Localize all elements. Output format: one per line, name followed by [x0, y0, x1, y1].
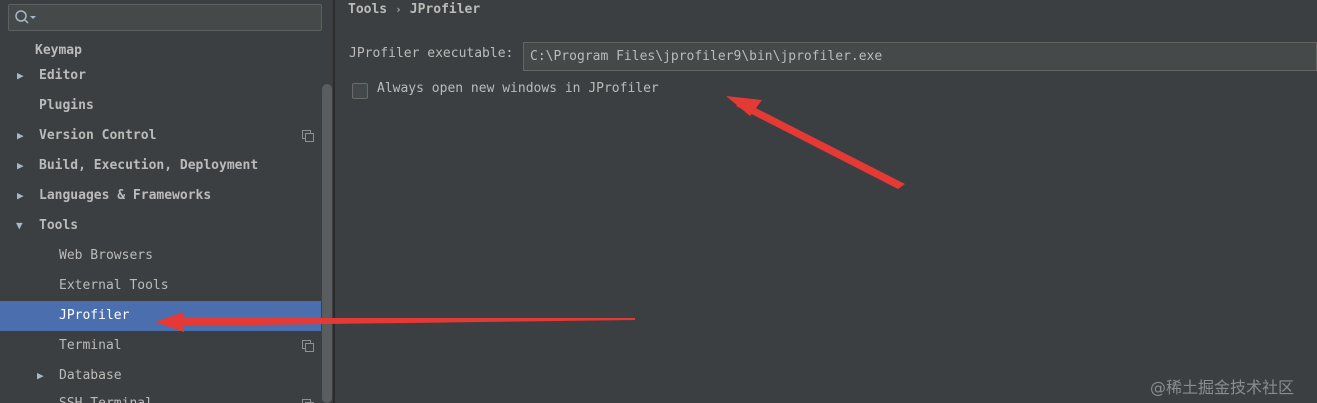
- expand-arrow-icon[interactable]: ▶: [17, 61, 24, 91]
- sidebar-item-ssh-terminal[interactable]: SSH Terminal: [0, 389, 321, 403]
- sidebar-item-jprofiler[interactable]: JProfiler: [0, 301, 333, 331]
- sidebar-item-label: Terminal: [59, 338, 122, 353]
- sidebar-item-web-browsers[interactable]: Web Browsers: [0, 241, 321, 271]
- sidebar-item-label: Tools: [39, 218, 79, 233]
- sidebar-item-label: Version Control: [39, 128, 157, 143]
- always-open-new-windows-label[interactable]: Always open new windows in JProfiler: [377, 81, 659, 96]
- expand-arrow-icon[interactable]: ▶: [17, 181, 24, 211]
- executable-label: JProfiler executable:: [349, 46, 514, 61]
- sidebar-item-editor[interactable]: ▶ Editor: [0, 61, 321, 91]
- sidebar-scrollbar-thumb[interactable]: [322, 84, 332, 403]
- sidebar-item-version-control[interactable]: ▶ Version Control: [0, 121, 321, 151]
- sidebar-item-label: Database: [59, 368, 122, 383]
- sidebar-item-plugins[interactable]: Plugins: [0, 91, 321, 121]
- search-icon: [15, 10, 36, 24]
- sidebar-item-languages-frameworks[interactable]: ▶ Languages & Frameworks: [0, 181, 321, 211]
- sidebar-item-label: Editor: [39, 68, 86, 83]
- sidebar-item-label: SSH Terminal: [59, 389, 153, 403]
- sidebar-item-label: Languages & Frameworks: [39, 188, 212, 203]
- sidebar-item-terminal[interactable]: Terminal: [0, 331, 321, 361]
- settings-sidebar: Keymap ▶ Editor Plugins ▶ Version Contro…: [0, 0, 333, 403]
- expand-arrow-icon[interactable]: ▶: [17, 121, 24, 151]
- breadcrumb: Tools › JProfiler: [348, 2, 480, 17]
- executable-path-field[interactable]: C:\Program Files\jprofiler9\bin\jprofile…: [523, 42, 1317, 71]
- sidebar-item-label: Web Browsers: [59, 248, 153, 263]
- sidebar-item-label: Build, Execution, Deployment: [39, 158, 259, 173]
- project-settings-icon: [302, 399, 314, 403]
- expand-arrow-icon[interactable]: ▶: [37, 361, 44, 391]
- project-settings-icon: [302, 340, 314, 352]
- sidebar-item-label: JProfiler: [59, 308, 130, 323]
- breadcrumb-parent: Tools: [348, 2, 388, 17]
- breadcrumb-separator-icon: ›: [395, 3, 402, 16]
- always-open-new-windows-checkbox[interactable]: [352, 83, 368, 99]
- sidebar-item-label: External Tools: [59, 278, 169, 293]
- sidebar-item-tools[interactable]: ▼ Tools: [0, 211, 321, 241]
- sidebar-item-label: Plugins: [39, 98, 94, 113]
- breadcrumb-current: JProfiler: [409, 2, 481, 17]
- collapse-arrow-icon[interactable]: ▼: [16, 211, 23, 241]
- expand-arrow-icon[interactable]: ▶: [17, 151, 24, 181]
- project-settings-icon: [302, 130, 314, 142]
- sidebar-item-database[interactable]: ▶ Database: [0, 361, 321, 391]
- sidebar-item-build-execution-deployment[interactable]: ▶ Build, Execution, Deployment: [0, 151, 321, 181]
- settings-content-panel: Tools › JProfiler JProfiler executable: C:…: [335, 0, 1317, 403]
- settings-search-box[interactable]: [8, 4, 322, 31]
- sidebar-item-external-tools[interactable]: External Tools: [0, 271, 321, 301]
- watermark-text: @稀土掘金技术社区: [1150, 378, 1295, 397]
- search-input[interactable]: [41, 8, 315, 28]
